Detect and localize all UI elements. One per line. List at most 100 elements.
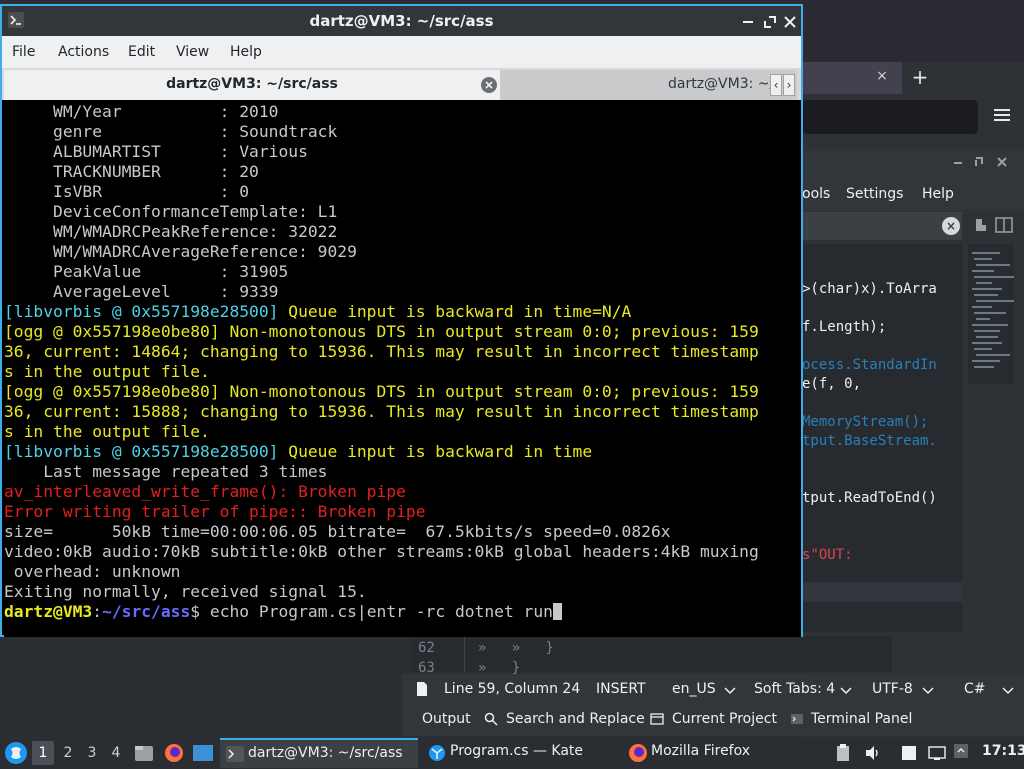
minimize-icon[interactable] <box>742 14 754 32</box>
desktop-1[interactable]: 1 <box>32 741 54 765</box>
terminal-line: [libvorbis @ 0x557198e28500] Queue input… <box>4 442 593 461</box>
firefox-icon[interactable] <box>164 743 184 767</box>
syntax-selector[interactable]: C# <box>964 681 986 697</box>
kate-minimap[interactable] <box>968 244 1014 384</box>
document-icon <box>416 681 428 701</box>
clock[interactable]: 17:13 <box>982 743 1024 759</box>
task-label: Mozilla Firefox <box>651 743 751 759</box>
terminal-line: [libvorbis @ 0x557198e28500] Queue input… <box>4 302 632 321</box>
task-firefox[interactable]: Mozilla Firefox <box>624 738 820 768</box>
maximize-icon[interactable] <box>764 14 776 32</box>
minimap-row <box>976 300 1014 302</box>
minimap-row <box>974 330 1000 332</box>
desktop-4[interactable]: 4 <box>105 741 127 765</box>
kate-current-line-highlight <box>802 582 962 602</box>
chevron-down-icon[interactable] <box>724 683 736 699</box>
firefox-new-tab-button[interactable]: + <box>908 64 932 90</box>
terminal-icon <box>226 746 244 766</box>
kate-window-controls[interactable] <box>952 154 1016 173</box>
kate-menu-tools[interactable]: ools <box>802 186 830 202</box>
task-terminal[interactable]: dartz@VM3: ~/src/ass <box>220 738 418 768</box>
kate-tabbar <box>802 212 962 240</box>
kate-tab-close-icon[interactable]: × <box>942 217 960 235</box>
encoding-selector[interactable]: UTF-8 <box>872 681 913 697</box>
code-line: » » } <box>478 640 554 656</box>
notes-icon[interactable] <box>900 744 918 766</box>
kate-split-view-icon[interactable] <box>970 216 1018 236</box>
kate-icon <box>428 744 446 766</box>
menu-actions[interactable]: Actions <box>58 44 109 60</box>
clipboard-icon[interactable] <box>836 744 850 766</box>
kate-menu-settings[interactable]: Settings <box>846 186 903 202</box>
search-icon[interactable] <box>484 712 498 730</box>
system-tray-expand-icon[interactable] <box>954 744 968 762</box>
search-replace-tab[interactable]: Search and Replace <box>506 711 645 727</box>
minimap-row <box>976 282 992 284</box>
terminal-line: WM/Year : 2010 <box>4 102 279 121</box>
kate-menubar <box>802 180 1024 210</box>
code-line: MemoryStream(); <box>802 414 929 430</box>
volume-icon[interactable] <box>864 744 882 766</box>
firefox-titlebar <box>802 0 1024 62</box>
terminal-prompt-line[interactable]: dartz@VM3:~/src/ass$ echo Program.cs|ent… <box>4 602 801 622</box>
terminal-line: TRACKNUMBER : 20 <box>4 162 259 181</box>
minimap-row <box>976 336 998 338</box>
cursor-position[interactable]: Line 59, Column 24 <box>444 681 580 697</box>
menu-view[interactable]: View <box>176 44 209 60</box>
kate-menu-help[interactable]: Help <box>922 186 954 202</box>
firefox-tab-close-icon[interactable]: × <box>874 66 890 86</box>
terminal-line: Error writing trailer of pipe:: Broken p… <box>4 502 426 521</box>
tab-scroll-right-icon[interactable]: › <box>783 74 795 96</box>
desktop-2[interactable]: 2 <box>57 741 79 765</box>
hamburger-icon[interactable] <box>990 106 1014 128</box>
chevron-down-icon[interactable] <box>840 683 852 699</box>
show-desktop-icon[interactable] <box>192 743 214 767</box>
firefox-url-bar[interactable] <box>802 100 978 134</box>
terminal-line: WM/WMADRCAverageReference: 9029 <box>4 242 357 261</box>
output-tab[interactable]: Output <box>422 711 471 727</box>
terminal-panel-icon[interactable] <box>790 712 804 730</box>
task-kate[interactable]: Program.cs — Kate <box>422 738 618 768</box>
minimap-row <box>972 360 1000 362</box>
minimap-row <box>976 264 1010 266</box>
terminal-line: 36, current: 15888; changing to 15936. T… <box>4 402 759 421</box>
app-launcher-icon[interactable] <box>4 741 28 769</box>
minimap-row <box>972 252 1000 254</box>
terminal-tab-inactive[interactable]: dartz@VM3: ~/ ‹ › <box>500 70 797 100</box>
file-manager-icon[interactable] <box>134 743 154 767</box>
project-icon[interactable] <box>650 712 664 730</box>
task-label: dartz@VM3: ~/src/ass <box>248 745 403 761</box>
indentation-selector[interactable]: Soft Tabs: 4 <box>754 681 835 697</box>
dictionary-selector[interactable]: en_US <box>672 681 716 697</box>
terminal-tab-active[interactable]: dartz@VM3: ~/src/ass <box>4 70 500 100</box>
terminal-output[interactable]: WM/Year : 2010 genre : Soundtrack ALBUMA… <box>4 102 801 637</box>
tab-close-icon[interactable] <box>480 76 498 98</box>
menu-edit[interactable]: Edit <box>128 44 155 60</box>
taskbar-panel: 1 2 3 4 dartz@VM3: ~/src/ass Program.cs … <box>0 738 1024 768</box>
desktop-3[interactable]: 3 <box>81 741 103 765</box>
close-icon[interactable] <box>784 14 796 32</box>
chevron-down-icon[interactable] <box>1002 683 1014 699</box>
tab-scroll-left-icon[interactable]: ‹ <box>770 74 782 96</box>
menu-help[interactable]: Help <box>230 44 262 60</box>
minimap-row <box>972 324 1008 326</box>
network-icon[interactable] <box>928 744 946 766</box>
terminal-line: DeviceConformanceTemplate: L1 <box>4 202 338 221</box>
terminal-line: Last message repeated 3 times <box>4 462 328 481</box>
terminal-panel-tab[interactable]: Terminal Panel <box>811 711 912 727</box>
terminal-line: WM/WMADRCPeakReference: 32022 <box>4 222 338 241</box>
input-mode[interactable]: INSERT <box>596 681 646 697</box>
code-line: f.Length); <box>802 319 887 335</box>
terminal-line: s in the output file. <box>4 362 210 381</box>
terminal-titlebar[interactable]: dartz@VM3: ~/src/ass <box>2 6 801 36</box>
chevron-down-icon[interactable] <box>922 683 934 699</box>
tab-label: dartz@VM3: ~/src/ass <box>166 76 338 92</box>
menu-file[interactable]: File <box>12 44 35 60</box>
terminal-window: dartz@VM3: ~/src/ass File Actions Edit V… <box>0 4 803 637</box>
task-label: Program.cs — Kate <box>450 743 584 759</box>
current-project-tab[interactable]: Current Project <box>672 711 777 727</box>
firefox-icon <box>628 743 648 767</box>
kate-statusbar: Line 59, Column 24 INSERT en_US Soft Tab… <box>402 674 1024 706</box>
kate-bottom-toolbar: Output Search and Replace Current Projec… <box>402 706 1024 736</box>
minimap-row <box>974 366 994 368</box>
